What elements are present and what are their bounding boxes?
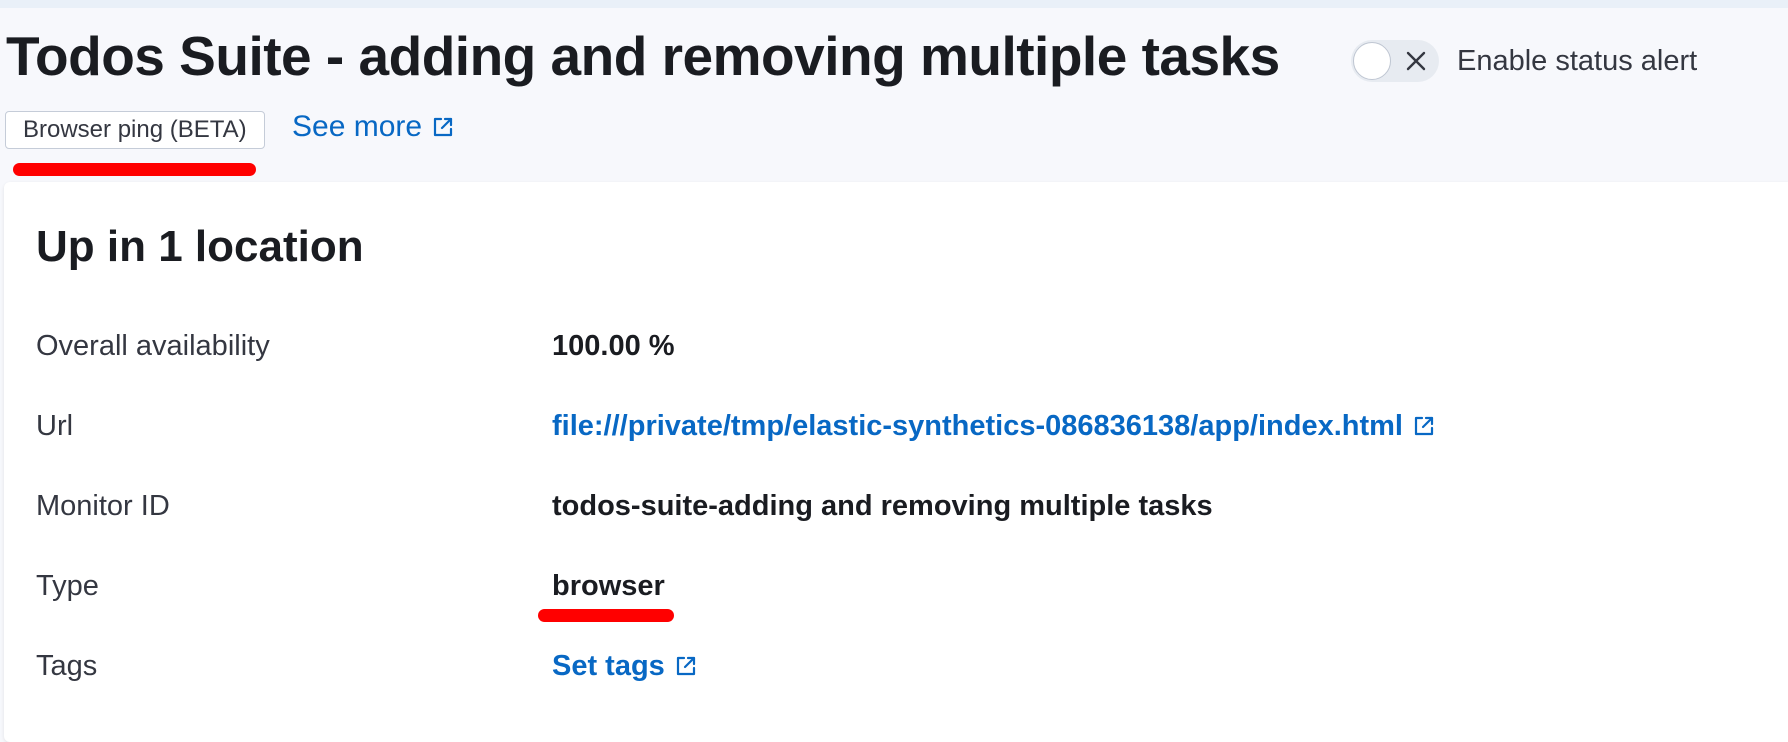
type-value: browser	[552, 570, 665, 602]
url-label: Url	[36, 410, 74, 442]
status-heading: Up in 1 location	[36, 222, 364, 271]
top-header-strip	[0, 0, 1788, 8]
external-link-icon	[675, 655, 697, 677]
enable-status-alert-toggle[interactable]: Enable status alert	[1351, 40, 1697, 82]
availability-label: Overall availability	[36, 330, 270, 362]
external-link-icon	[432, 116, 454, 138]
toggle-label: Enable status alert	[1457, 44, 1698, 77]
monitor-summary-card: Up in 1 location Overall availability 10…	[4, 182, 1788, 742]
url-link[interactable]: file:///private/tmp/elastic-synthetics-0…	[552, 408, 1435, 444]
set-tags-label: Set tags	[552, 650, 665, 682]
type-label: Type	[36, 570, 99, 602]
annotation-underline-type	[538, 609, 674, 622]
see-more-link[interactable]: See more	[292, 110, 454, 144]
monitor-type-badge: Browser ping (BETA)	[5, 111, 265, 149]
external-link-icon	[1413, 415, 1435, 437]
monitor-id-value: todos-suite-adding and removing multiple…	[552, 490, 1213, 522]
url-value: file:///private/tmp/elastic-synthetics-0…	[552, 410, 1403, 442]
close-icon	[1404, 49, 1428, 73]
tags-label: Tags	[36, 650, 98, 682]
availability-value: 100.00 %	[552, 330, 675, 362]
set-tags-link[interactable]: Set tags	[552, 648, 697, 684]
toggle-thumb	[1353, 42, 1391, 80]
monitor-id-label: Monitor ID	[36, 490, 170, 522]
see-more-label: See more	[292, 110, 423, 143]
toggle-switch[interactable]	[1351, 40, 1439, 82]
page-title: Todos Suite - adding and removing multip…	[6, 25, 1280, 87]
annotation-underline-badge	[13, 163, 256, 176]
